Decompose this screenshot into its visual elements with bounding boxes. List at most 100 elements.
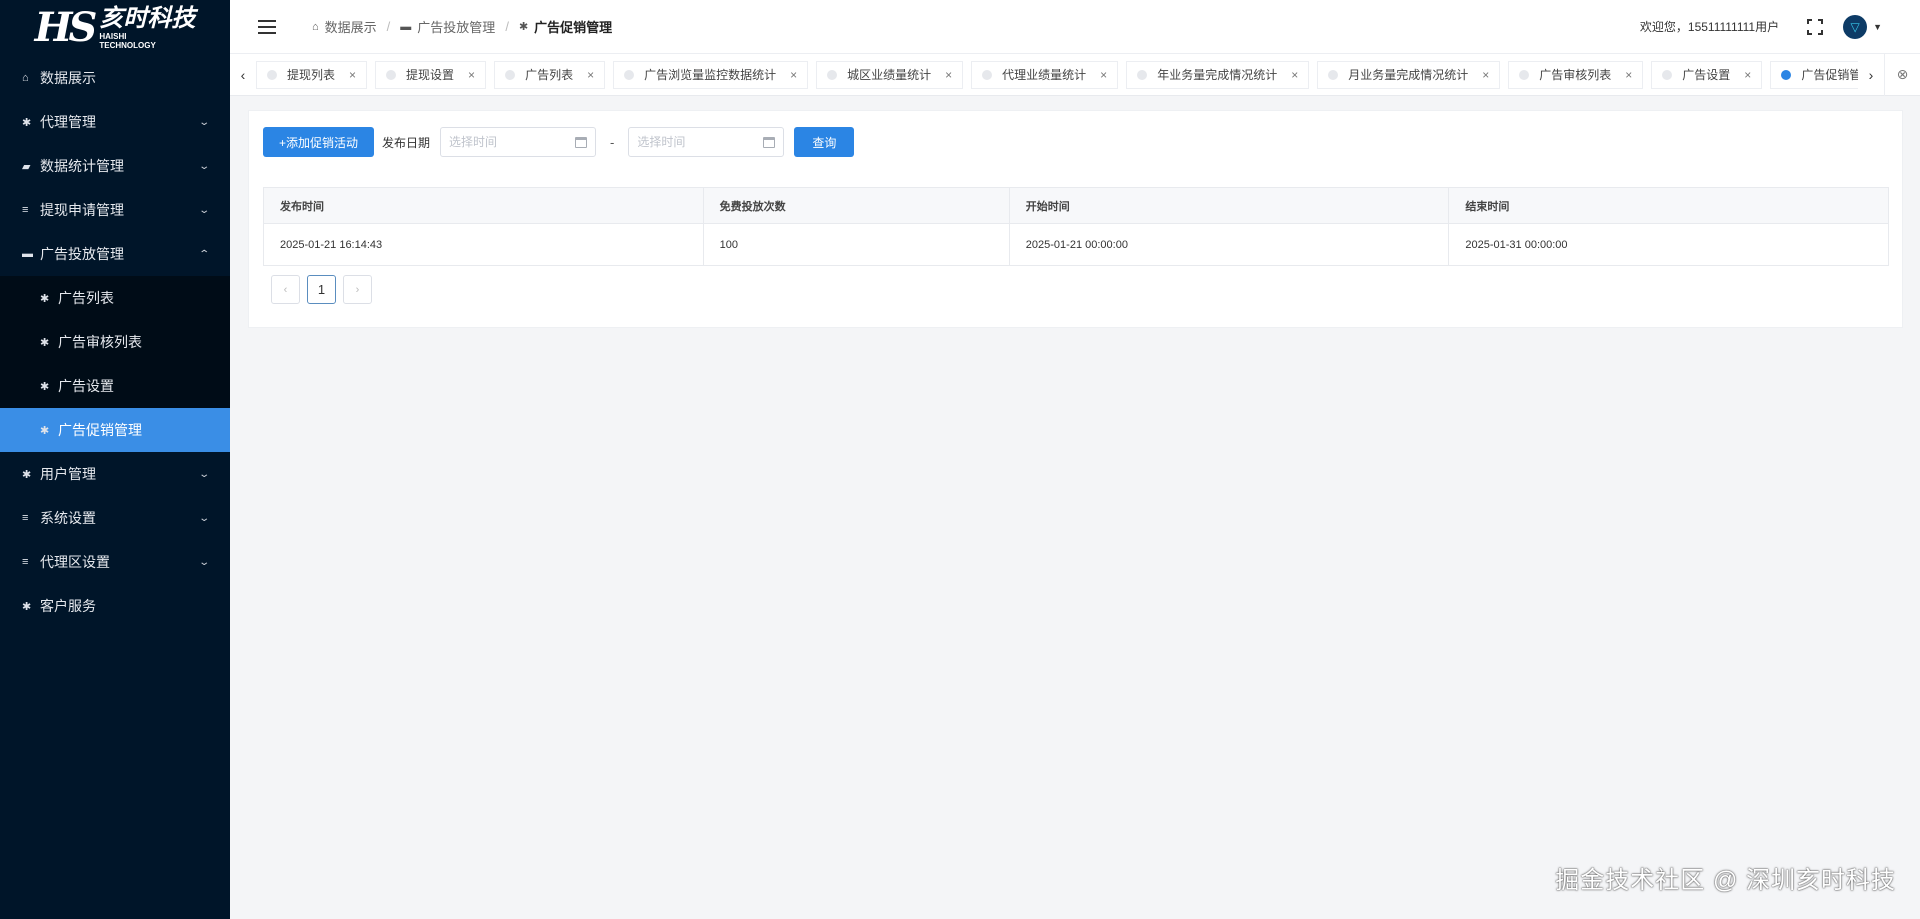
tab-city-performance[interactable]: 城区业绩量统计 × — [816, 60, 964, 89]
chevron-down-icon: ⌄ — [197, 556, 210, 568]
table-header-row: 发布时间 免费投放次数 开始时间 结束时间 — [263, 187, 1889, 224]
tab-ad-review[interactable]: 广告审核列表 × — [1508, 60, 1644, 89]
close-icon[interactable]: × — [1086, 68, 1107, 82]
tab-ad-settings[interactable]: 广告设置 × — [1651, 60, 1763, 89]
tab-withdrawal-settings[interactable]: 提现设置 × — [375, 60, 487, 89]
avatar[interactable]: ▽ — [1843, 14, 1868, 39]
chevron-down-icon: ⌄ — [197, 204, 210, 216]
folder-icon: ▬ — [400, 20, 412, 33]
breadcrumb: ⌂ 数据展示 / ▬ 广告投放管理 / ✱ 广告促销管理 — [312, 17, 612, 36]
tab-annual-business[interactable]: 年业务量完成情况统计 × — [1126, 60, 1310, 89]
column-header: 发布时间 — [263, 187, 704, 224]
list-icon: ≡ — [22, 204, 29, 216]
sidebar-item-ad-delivery[interactable]: ▬ 广告投放管理 ⌃ — [0, 232, 230, 276]
tabs-bar: ‹ 提现列表 × 提现设置 × 广告列表 × 广告浏览量监控数据统计 × 城区业绩量统计… — [230, 53, 1920, 96]
prev-page-button[interactable]: ‹ — [271, 275, 300, 304]
asterisk-icon: ✱ — [22, 116, 32, 129]
end-date-input[interactable] — [637, 135, 764, 149]
tab-ad-list[interactable]: 广告列表 × — [494, 60, 606, 89]
asterisk-icon: ✱ — [22, 468, 32, 481]
sidebar-subitem-ad-list[interactable]: ✱ 广告列表 — [0, 276, 230, 320]
watermark: 掘金技术社区 @ 深圳亥时科技 — [1555, 867, 1896, 894]
sidebar-item-agent-region[interactable]: ≡ 代理区设置 ⌄ — [0, 540, 230, 584]
tab-monthly-business[interactable]: 月业务量完成情况统计 × — [1317, 60, 1501, 89]
tab-ad-views-stats[interactable]: 广告浏览量监控数据统计 × — [613, 60, 809, 89]
publish-date-label: 发布日期 — [382, 135, 431, 150]
top-header: ⌂ 数据展示 / ▬ 广告投放管理 / ✱ 广告促销管理 欢迎您，1551111… — [230, 0, 1920, 54]
chevron-down-icon: ⌄ — [197, 468, 210, 480]
close-icon[interactable]: × — [776, 68, 797, 82]
list-icon: ≡ — [22, 556, 29, 568]
asterisk-icon: ✱ — [40, 380, 50, 393]
close-icon[interactable]: × — [1468, 68, 1489, 82]
sidebar-item-agent-management[interactable]: ✱ 代理管理 ⌄ — [0, 100, 230, 144]
breadcrumb-item-home[interactable]: ⌂ 数据展示 — [312, 17, 377, 36]
close-icon[interactable]: × — [573, 68, 594, 82]
date-range-separator: - — [610, 134, 615, 150]
asterisk-icon: ✱ — [40, 424, 50, 437]
close-icon[interactable]: × — [1730, 68, 1751, 82]
column-header: 开始时间 — [1009, 187, 1450, 224]
asterisk-icon: ✱ — [40, 336, 50, 349]
chat-icon: ▰ — [22, 160, 31, 173]
close-icon[interactable]: × — [335, 68, 356, 82]
welcome-text: 欢迎您，15511111111用户 — [1639, 20, 1780, 34]
sidebar-item-withdrawal[interactable]: ≡ 提现申请管理 ⌄ — [0, 188, 230, 232]
sidebar-item-statistics[interactable]: ▰ 数据统计管理 ⌄ — [0, 144, 230, 188]
table-row[interactable]: 2025-01-21 16:14:43 100 2025-01-21 00:00… — [263, 223, 1889, 266]
tabs-scroll-right-icon[interactable]: › — [1858, 54, 1884, 96]
close-all-tabs-icon[interactable]: ⊗ — [1884, 53, 1920, 96]
sidebar-item-user-management[interactable]: ✱ 用户管理 ⌄ — [0, 452, 230, 496]
calendar-icon — [763, 136, 776, 148]
tabs-scroll-left-icon[interactable]: ‹ — [230, 54, 256, 96]
logo-name-en-2: TECHNOLOGY — [99, 41, 156, 50]
logo-name-cn: 亥时科技 — [99, 5, 196, 32]
table-cell: 2025-01-21 16:14:43 — [263, 223, 704, 266]
table-cell: 2025-01-31 00:00:00 — [1465, 238, 1568, 251]
menu-toggle-icon[interactable] — [258, 19, 276, 34]
tab-withdrawal-list[interactable]: 提现列表 × — [256, 60, 368, 89]
chevron-down-icon: ⌄ — [197, 160, 210, 172]
sidebar: HS 亥时科技 HAISHI TECHNOLOGY ⌂ 数据展示 ✱ 代理管理 … — [0, 0, 230, 919]
tab-agent-performance[interactable]: 代理业绩量统计 × — [971, 60, 1119, 89]
logo-mark: HS — [34, 4, 98, 51]
sidebar-subitem-ad-settings[interactable]: ✱ 广告设置 — [0, 364, 230, 408]
sidebar-item-system-settings[interactable]: ≡ 系统设置 ⌄ — [0, 496, 230, 540]
sidebar-item-customer-service[interactable]: ✱ 客户服务 — [0, 584, 230, 628]
chevron-up-icon: ⌃ — [197, 248, 210, 260]
start-date-input[interactable] — [449, 135, 576, 149]
tab-ad-promotion[interactable]: 广告促销管理× — [1770, 60, 1858, 89]
content-panel: +添加促销活动 发布日期 - 查询 发布时间 免费投放次数 开始时间 结束时间 … — [248, 110, 1903, 328]
breadcrumb-separator: / — [386, 19, 391, 34]
list-icon: ≡ — [22, 512, 29, 524]
column-header: 结束时间 — [1448, 187, 1889, 224]
sidebar-subitem-ad-promotion[interactable]: ✱ 广告促销管理 — [0, 408, 230, 452]
promotion-table: 发布时间 免费投放次数 开始时间 结束时间 2025-01-21 16:14:4… — [263, 187, 1889, 266]
breadcrumb-item-ad-delivery[interactable]: ▬ 广告投放管理 — [400, 17, 495, 36]
filter-toolbar: +添加促销活动 发布日期 - 查询 — [263, 127, 855, 157]
fullscreen-icon[interactable] — [1807, 18, 1824, 35]
asterisk-icon: ✱ — [22, 600, 32, 613]
logo[interactable]: HS 亥时科技 HAISHI TECHNOLOGY — [0, 0, 230, 56]
close-icon[interactable]: × — [454, 68, 475, 82]
close-icon[interactable]: × — [1277, 68, 1298, 82]
sidebar-item-data-display[interactable]: ⌂ 数据展示 — [0, 56, 230, 100]
next-page-button[interactable]: › — [343, 275, 372, 304]
sidebar-menu: ⌂ 数据展示 ✱ 代理管理 ⌄ ▰ 数据统计管理 ⌄ ≡ 提现申请管理 ⌄ ▬ … — [0, 56, 230, 628]
add-promotion-button[interactable]: +添加促销活动 — [263, 127, 375, 157]
home-icon: ⌂ — [312, 20, 319, 33]
page-number-current[interactable]: 1 — [307, 275, 336, 304]
query-button[interactable]: 查询 — [794, 127, 855, 157]
sidebar-submenu-ad-delivery: ✱ 广告列表 ✱ 广告审核列表 ✱ 广告设置 ✱ 广告促销管理 — [0, 276, 230, 452]
caret-down-icon[interactable]: ▼ — [1873, 22, 1882, 32]
start-date-picker[interactable] — [440, 127, 597, 157]
close-icon[interactable]: × — [1611, 68, 1632, 82]
sidebar-subitem-ad-review[interactable]: ✱ 广告审核列表 — [0, 320, 230, 364]
folder-icon: ▬ — [22, 248, 33, 260]
table-cell: 2025-01-21 00:00:00 — [1009, 223, 1450, 266]
chevron-down-icon: ⌄ — [197, 116, 210, 128]
end-date-picker[interactable] — [628, 127, 785, 157]
breadcrumb-separator: / — [505, 19, 509, 34]
close-icon[interactable]: × — [931, 68, 952, 82]
asterisk-icon: ✱ — [518, 21, 529, 33]
